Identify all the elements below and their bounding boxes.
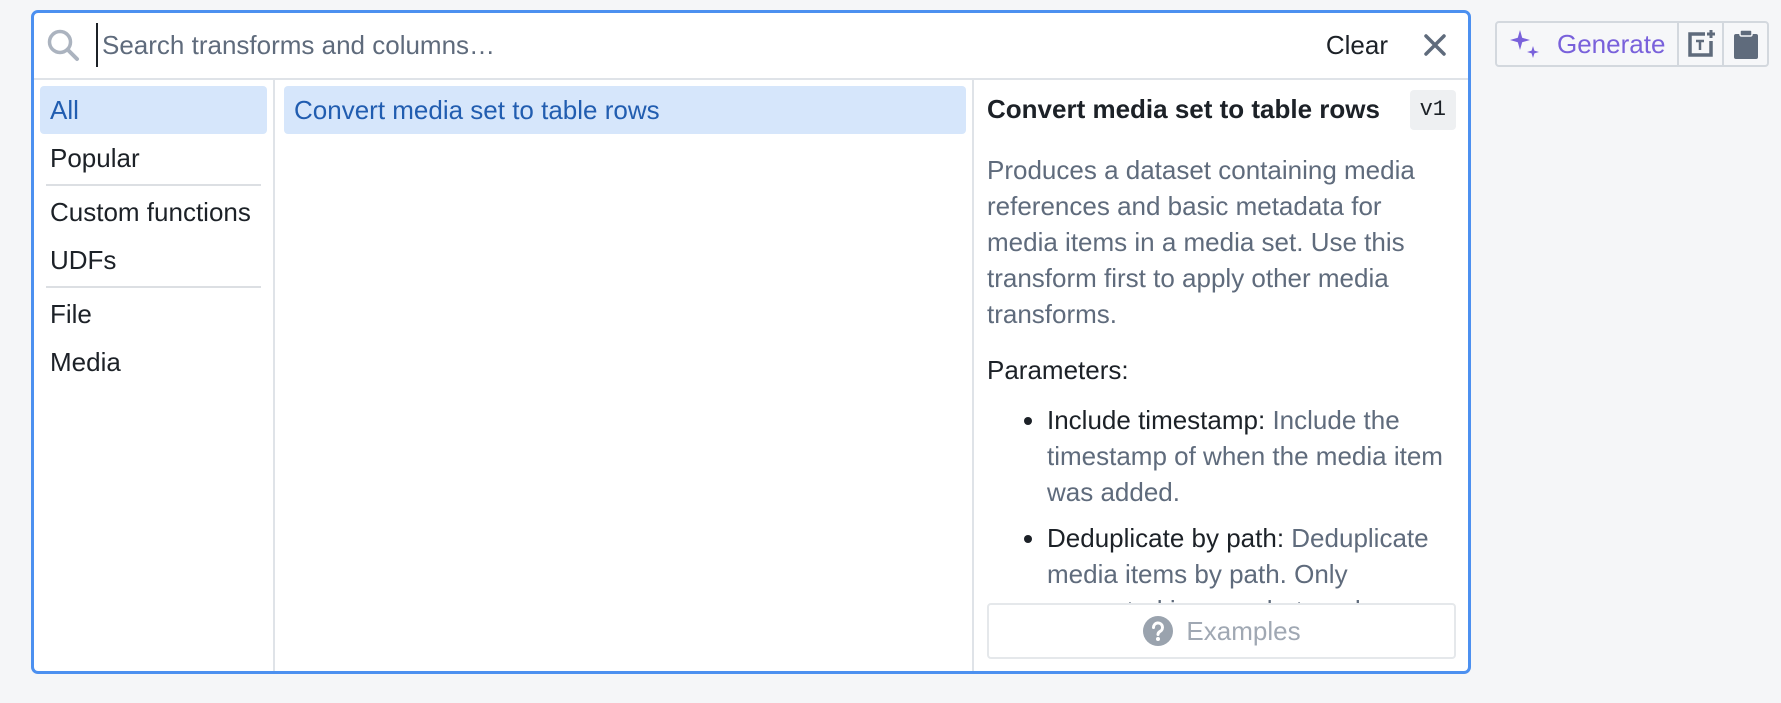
- toolbar: Generate: [1495, 21, 1770, 67]
- transform-detail: Convert media set to table rows v1 Produ…: [975, 80, 1468, 671]
- sidebar-item-file[interactable]: File: [40, 290, 267, 338]
- help-icon: [1143, 616, 1174, 646]
- sidebar-item-popular[interactable]: Popular: [40, 134, 267, 182]
- category-sidebar: All Popular Custom functions UDFs File M…: [34, 80, 275, 671]
- clear-button[interactable]: Clear: [1326, 25, 1388, 65]
- close-icon[interactable]: [1420, 30, 1450, 60]
- parameters-heading: Parameters:: [987, 355, 1129, 385]
- version-tag: v1: [1409, 90, 1456, 130]
- list-item[interactable]: Convert media set to table rows: [284, 86, 966, 134]
- sidebar-divider: [46, 184, 261, 186]
- sparkle-icon: [1510, 30, 1539, 58]
- parameter-name: Include timestamp:: [1047, 405, 1266, 435]
- sidebar-divider: [46, 286, 261, 288]
- generate-button[interactable]: Generate: [1497, 23, 1677, 65]
- sidebar-item-custom-functions[interactable]: Custom functions: [40, 188, 267, 236]
- transform-picker-panel: Clear All Popular Custom functions UDFs …: [31, 10, 1471, 674]
- parameter-item: Include timestamp: Include the timestamp…: [1047, 402, 1456, 510]
- sidebar-item-media[interactable]: Media: [40, 338, 267, 386]
- sidebar-item-udfs[interactable]: UDFs: [40, 236, 267, 284]
- examples-button[interactable]: Examples: [987, 603, 1456, 659]
- parameter-name: Deduplicate by path:: [1047, 523, 1285, 553]
- add-text-box-button[interactable]: [1677, 23, 1722, 65]
- search-icon: [47, 29, 79, 61]
- detail-title: Convert media set to table rows: [987, 94, 1380, 124]
- search-input[interactable]: [96, 23, 1302, 67]
- add-text-box-icon: [1688, 30, 1715, 57]
- clipboard-button[interactable]: [1722, 23, 1767, 65]
- clipboard-icon: [1733, 29, 1758, 59]
- results-list: Convert media set to table rows: [277, 80, 974, 671]
- examples-label: Examples: [1186, 615, 1301, 646]
- search-bar: Clear: [34, 13, 1468, 80]
- generate-label: Generate: [1557, 28, 1666, 59]
- sidebar-item-all[interactable]: All: [40, 86, 267, 134]
- detail-description: Produces a dataset containing media refe…: [987, 155, 1415, 329]
- parameters-list: Include timestamp: Include the timestamp…: [987, 402, 1456, 628]
